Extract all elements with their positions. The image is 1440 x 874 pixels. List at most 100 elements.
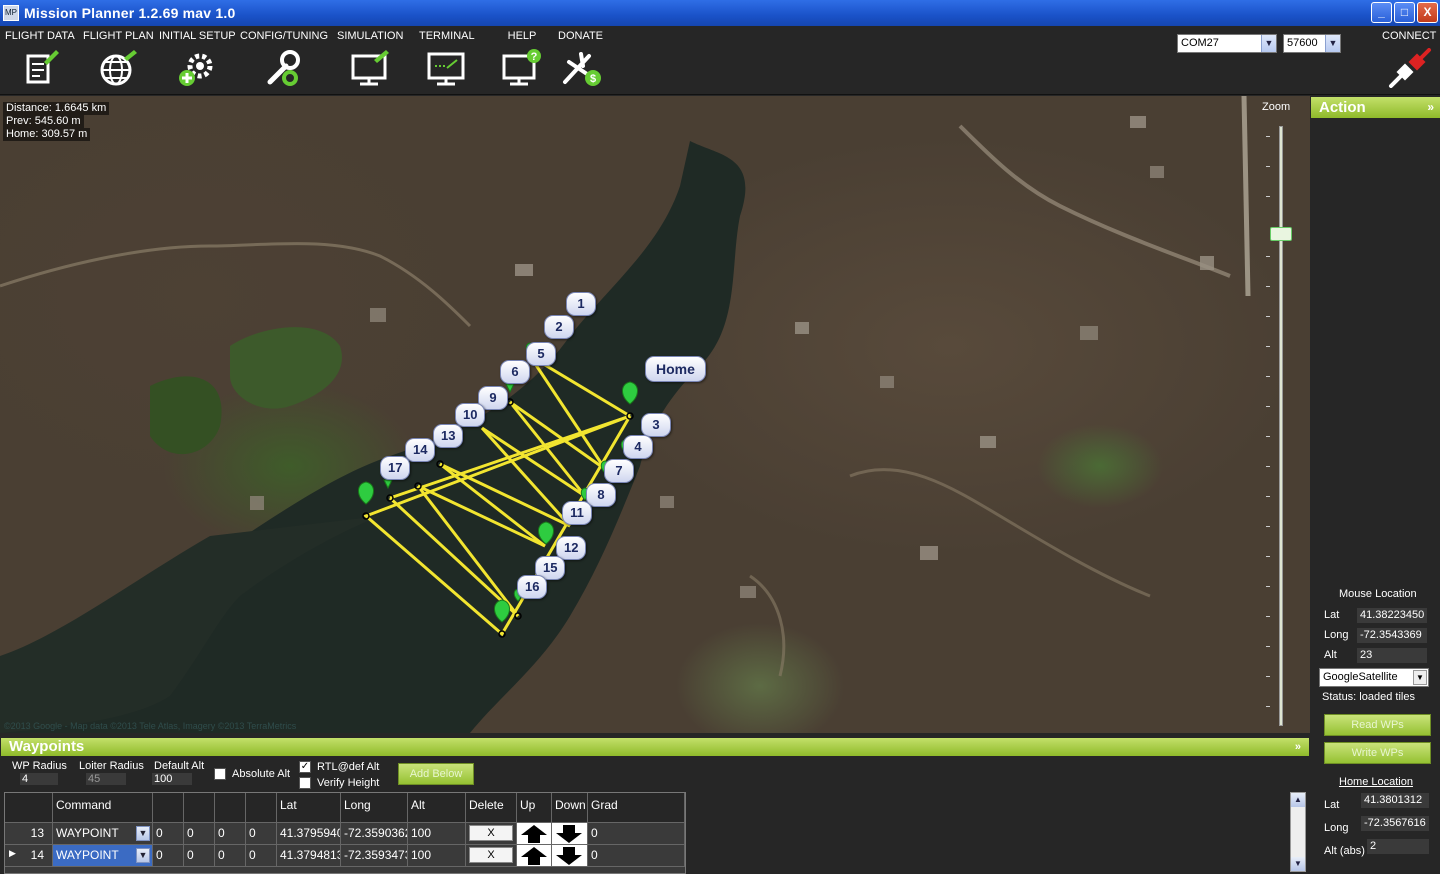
help-tab[interactable]: HELP ? <box>500 30 544 88</box>
mouse-alt-label: Alt <box>1324 649 1337 661</box>
delete-button[interactable]: X <box>469 825 513 841</box>
chevron-down-icon: ▼ <box>136 848 150 863</box>
waypoints-scrollbar[interactable]: ▲ ▼ <box>1290 792 1306 872</box>
table-row[interactable]: 13 WAYPOINT ▼ 0 0 0 0 41.3795940 -72.3590… <box>5 823 685 845</box>
mouse-lat-value: 41.38223450 <box>1357 608 1427 623</box>
close-button[interactable]: X <box>1417 2 1438 23</box>
waypoint-label[interactable]: 16 <box>517 575 548 599</box>
donate-icon: $ <box>562 52 601 86</box>
arrow-up-icon[interactable] <box>520 846 548 866</box>
initial-setup-tab[interactable]: INITIAL SETUP <box>159 30 236 88</box>
write-wps-button[interactable]: Write WPs <box>1324 742 1431 764</box>
add-below-button[interactable]: Add Below <box>398 763 474 785</box>
loiter-radius-input[interactable]: 45 <box>86 773 126 785</box>
collapse-icon[interactable]: » <box>1427 97 1434 118</box>
simulation-icon <box>351 50 390 86</box>
connect-button[interactable]: CONNECT <box>1382 30 1436 88</box>
column-header-long[interactable]: Long <box>341 793 408 823</box>
main-toolbar: FLIGHT DATA FLIGHT PLAN INITIAL SETUP CO… <box>0 26 1440 95</box>
svg-text:?: ? <box>531 51 538 63</box>
chevron-down-icon: ▼ <box>136 826 150 841</box>
waypoint-label[interactable]: 11 <box>562 501 592 525</box>
zoom-slider[interactable] <box>1279 126 1283 726</box>
loiter-radius-label: Loiter Radius <box>79 760 144 772</box>
column-header-down[interactable]: Down <box>552 793 588 823</box>
rtl-def-alt-checkbox[interactable]: ✓ <box>299 761 311 773</box>
map-type-select[interactable]: GoogleSatellite ▼ <box>1319 668 1429 687</box>
prev-distance-text: Prev: 545.60 m <box>3 115 84 128</box>
mouse-long-value: -72.3543369 <box>1357 628 1427 643</box>
wp-radius-input[interactable]: 4 <box>20 773 58 785</box>
waypoint-label[interactable]: 14 <box>405 438 436 462</box>
map-copyright: ©2013 Google - Map data ©2013 Tele Atlas… <box>4 721 297 731</box>
home-label[interactable]: Home <box>645 356 706 382</box>
home-location-title[interactable]: Home Location <box>1339 776 1413 788</box>
command-select[interactable]: WAYPOINT ▼ <box>53 823 153 845</box>
waypoint-label[interactable]: 17 <box>380 456 411 480</box>
minimize-button[interactable]: _ <box>1371 2 1392 23</box>
table-header-row: Command Lat Long Alt Delete Up Down Grad <box>5 793 685 823</box>
home-long-label: Long <box>1324 822 1349 834</box>
column-header-delete[interactable]: Delete <box>466 793 517 823</box>
absolute-alt-label: Absolute Alt <box>232 768 291 780</box>
zoom-slider-handle[interactable] <box>1270 227 1292 241</box>
home-lat-value[interactable]: 41.3801312 <box>1361 793 1429 808</box>
column-header-up[interactable]: Up <box>517 793 552 823</box>
mouse-alt-value: 23 <box>1357 648 1427 663</box>
waypoint-label[interactable]: 6 <box>500 360 530 384</box>
waypoint-label[interactable]: 3 <box>641 413 671 437</box>
help-icon: ? <box>502 49 541 86</box>
waypoints-panel: Waypoints » WP Radius 4 Loiter Radius 45… <box>0 736 1310 874</box>
config-tuning-icon <box>267 50 300 86</box>
title-bar: MP Mission Planner 1.2.69 mav 1.0 _ □ X <box>0 0 1440 26</box>
status-text: Status: loaded tiles <box>1322 691 1415 703</box>
config-tuning-tab[interactable]: CONFIG/TUNING <box>240 30 328 88</box>
flight-data-tab[interactable]: FLIGHT DATA <box>5 30 75 88</box>
home-distance-text: Home: 309.57 m <box>3 128 91 141</box>
com-port-select[interactable]: COM27 ▼ <box>1177 34 1277 53</box>
simulation-tab[interactable]: SIMULATION <box>337 30 403 88</box>
waypoint-label[interactable]: 8 <box>586 483 616 507</box>
mouse-lat-label: Lat <box>1324 609 1340 621</box>
arrow-up-icon[interactable] <box>520 824 548 844</box>
action-header[interactable]: Action » <box>1311 97 1440 118</box>
home-long-value[interactable]: -72.3567616 <box>1361 816 1429 831</box>
arrow-down-icon[interactable] <box>555 824 583 844</box>
table-row[interactable]: ▶ 14 WAYPOINT ▼ 0 0 0 0 41.3794813 -72.359… <box>5 845 685 867</box>
column-header-command[interactable]: Command <box>53 793 153 823</box>
waypoints-header[interactable]: Waypoints » <box>1 738 1309 756</box>
column-header-lat[interactable]: Lat <box>277 793 341 823</box>
donate-tab[interactable]: DONATE $ <box>558 30 603 88</box>
home-alt-value[interactable]: 2 <box>1367 839 1429 854</box>
arrow-down-icon[interactable] <box>555 846 583 866</box>
plug-icon <box>1389 48 1432 88</box>
waypoint-label[interactable]: 1 <box>566 292 596 316</box>
wp-radius-label: WP Radius <box>12 760 67 772</box>
column-header-alt[interactable]: Alt <box>408 793 466 823</box>
waypoint-label[interactable]: 13 <box>433 424 464 448</box>
default-alt-label: Default Alt <box>154 760 205 772</box>
column-header-grad[interactable]: Grad <box>588 793 685 823</box>
read-wps-button[interactable]: Read WPs <box>1324 714 1431 736</box>
maximize-button[interactable]: □ <box>1394 2 1415 23</box>
flight-plan-icon <box>100 50 138 86</box>
command-select[interactable]: WAYPOINT ▼ <box>53 845 153 867</box>
scroll-down-icon[interactable]: ▼ <box>1291 857 1305 871</box>
waypoint-label[interactable]: 2 <box>544 315 574 339</box>
waypoint-label[interactable]: 10 <box>455 403 486 427</box>
baud-rate-select[interactable]: 57600 ▼ <box>1283 34 1341 53</box>
waypoint-label[interactable]: 5 <box>526 342 556 366</box>
scroll-up-icon[interactable]: ▲ <box>1291 793 1305 807</box>
delete-button[interactable]: X <box>469 847 513 863</box>
terminal-tab[interactable]: TERMINAL <box>419 30 475 88</box>
absolute-alt-checkbox[interactable] <box>214 768 226 780</box>
verify-height-checkbox[interactable] <box>299 777 311 789</box>
collapse-icon[interactable]: » <box>1295 738 1301 756</box>
window-title: Mission Planner 1.2.69 mav 1.0 <box>24 5 236 21</box>
map-view[interactable]: Distance: 1.6645 km Prev: 545.60 m Home:… <box>0 96 1310 733</box>
home-lat-label: Lat <box>1324 799 1340 811</box>
waypoint-label[interactable]: 4 <box>623 435 653 459</box>
flight-plan-tab[interactable]: FLIGHT PLAN <box>83 30 154 88</box>
default-alt-input[interactable]: 100 <box>152 773 192 785</box>
waypoint-label[interactable]: 7 <box>604 459 634 483</box>
